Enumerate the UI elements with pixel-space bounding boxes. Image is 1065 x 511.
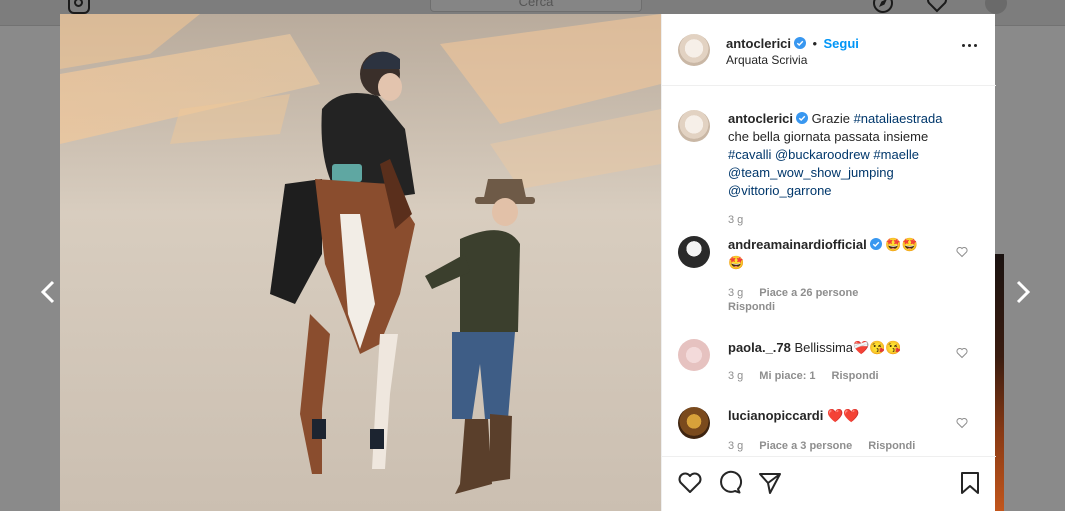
caption-avatar[interactable]: [678, 110, 710, 142]
post-details-panel: antoclerici • Segui Arquata Scrivia anto…: [661, 14, 996, 511]
caption-tags-line-4[interactable]: @team_wow_show_jumping: [728, 165, 894, 180]
caption-tags-line-3[interactable]: #cavalli @buckaroodrew #maelle: [728, 147, 919, 162]
chevron-left-icon: [40, 280, 55, 304]
comment-like-heart-icon[interactable]: [956, 347, 968, 359]
comment-like-heart-icon[interactable]: [956, 417, 968, 429]
caption-timestamp[interactable]: 3 g: [728, 214, 743, 226]
comment-timestamp[interactable]: 3 g: [728, 287, 743, 299]
instagram-logo-icon[interactable]: [68, 0, 90, 14]
post-photo[interactable]: [60, 14, 661, 511]
owner-username[interactable]: antoclerici: [726, 36, 791, 51]
caption-text: antoclerici Grazie #nataliaestrada che b…: [728, 110, 978, 200]
post-action-bar: [662, 456, 996, 511]
bookmark-icon[interactable]: [957, 470, 983, 496]
comment-timestamp[interactable]: 3 g: [728, 440, 743, 452]
separator-dot: •: [812, 36, 818, 51]
heart-icon[interactable]: [677, 470, 703, 496]
next-post-arrow[interactable]: [1013, 278, 1033, 306]
post-header: antoclerici • Segui Arquata Scrivia: [662, 14, 996, 86]
comment-body: 🤩🤩: [885, 237, 918, 252]
share-icon[interactable]: [757, 470, 783, 496]
reply-button[interactable]: Rispondi: [728, 301, 775, 313]
activity-heart-icon[interactable]: [926, 0, 948, 14]
reply-button[interactable]: Rispondi: [832, 370, 879, 382]
comment-avatar[interactable]: [678, 236, 710, 268]
more-options-icon[interactable]: [962, 44, 980, 50]
caption-username[interactable]: antoclerici: [728, 111, 793, 126]
reply-button[interactable]: Rispondi: [868, 440, 915, 452]
comment-timestamp[interactable]: 3 g: [728, 370, 743, 382]
caption-line-2-text: che bella giornata passata insieme: [728, 129, 929, 144]
comment-text: paola._.78 Bellissima❤️‍🩹😘😘: [728, 339, 950, 357]
owner-avatar[interactable]: [678, 34, 710, 66]
caption-tags-line-5[interactable]: @vittorio_garrone: [728, 183, 832, 198]
comment-icon[interactable]: [717, 470, 743, 496]
comment-username[interactable]: andreamainardiofficial: [728, 237, 867, 252]
comment-body-continued: 🤩: [728, 255, 745, 270]
comment-username[interactable]: lucianopiccardi: [728, 408, 823, 423]
caption-line-1-text: Grazie: [811, 111, 854, 126]
comment-meta: 3 g Mi piace: 1 Rispondi: [728, 370, 968, 382]
comment-username[interactable]: paola._.78: [728, 340, 791, 355]
comment-meta: 3 g Piace a 26 persone Rispondi: [728, 286, 968, 314]
comment-body: Bellissima❤️‍🩹😘😘: [794, 340, 902, 355]
comment-like-count[interactable]: Piace a 26 persone: [759, 287, 858, 299]
comment-like-heart-icon[interactable]: [956, 246, 968, 258]
comment-text: lucianopiccardi ❤️❤️: [728, 407, 950, 425]
comment-body: ❤️❤️: [827, 408, 860, 423]
horse-riding-photo: [60, 14, 661, 511]
post-owner-line: antoclerici • Segui: [726, 35, 859, 53]
verified-badge-icon: [869, 238, 882, 250]
comment-like-count[interactable]: Piace a 3 persone: [759, 440, 852, 452]
follow-button[interactable]: Segui: [824, 36, 859, 51]
profile-avatar-icon[interactable]: [985, 0, 1007, 14]
chevron-right-icon: [1016, 280, 1031, 304]
verified-badge-icon: [794, 37, 807, 49]
verified-badge-icon: [796, 112, 809, 124]
comment-avatar[interactable]: [678, 339, 710, 371]
comment-text: andreamainardiofficial 🤩🤩 🤩: [728, 236, 950, 272]
search-input[interactable]: Cerca: [430, 0, 642, 12]
comment-avatar[interactable]: [678, 407, 710, 439]
comment-like-count[interactable]: Mi piace: 1: [759, 370, 815, 382]
explore-icon[interactable]: [872, 0, 894, 14]
next-post-preview[interactable]: [995, 254, 1004, 511]
previous-post-arrow[interactable]: [38, 278, 58, 306]
comment-meta: 3 g Piace a 3 persone Rispondi: [728, 440, 968, 452]
post-location[interactable]: Arquata Scrivia: [726, 53, 807, 67]
caption-hashtag[interactable]: #nataliaestrada: [854, 111, 943, 126]
